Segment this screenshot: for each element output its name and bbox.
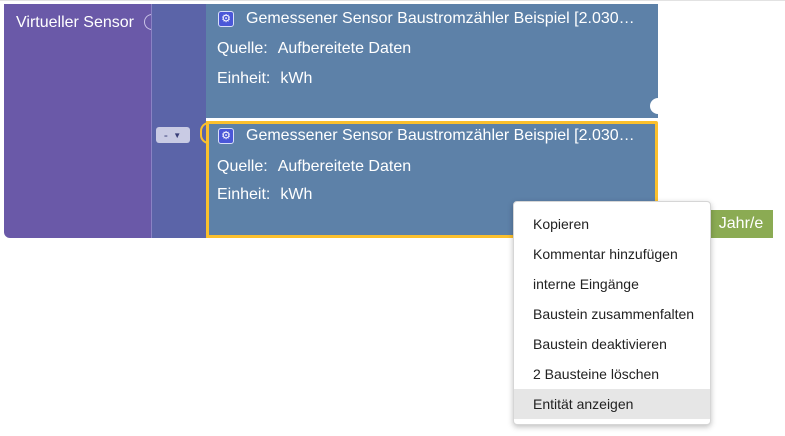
operator-block[interactable] [151, 4, 206, 238]
sensor-source-row: Quelle: Aufbereitete Daten [217, 40, 411, 58]
operator-dropdown[interactable]: - ▼ [156, 127, 190, 143]
unit-value[interactable]: kWh [280, 186, 312, 203]
menu-item-delete-blocks[interactable]: 2 Bausteine löschen [514, 359, 710, 389]
sensor-source-row: Quelle: Aufbereitete Daten [217, 158, 411, 176]
menu-item-internal-inputs[interactable]: interne Eingänge [514, 269, 710, 299]
chevron-down-icon: ▼ [173, 131, 183, 140]
unit-label: Einheit: [217, 70, 271, 87]
source-label: Quelle: [217, 40, 268, 57]
operator-dropdown-value: - [163, 128, 169, 142]
measured-sensor-block-1[interactable]: ⚙ Gemessener Sensor Baustromzähler Beisp… [206, 4, 658, 118]
sensor-unit-row: Einheit: kWh [217, 186, 312, 204]
source-value[interactable]: Aufbereitete Daten [278, 40, 411, 57]
sensor-title: Gemessener Sensor Baustromzähler Beispie… [246, 10, 635, 27]
context-menu: Kopieren Kommentar hinzufügen interne Ei… [513, 201, 711, 425]
sensor-title: Gemessener Sensor Baustromzähler Beispie… [246, 127, 635, 144]
gear-icon[interactable]: ⚙ [218, 128, 234, 144]
menu-item-disable-block[interactable]: Baustein deaktivieren [514, 329, 710, 359]
unit-value[interactable]: kWh [280, 70, 312, 87]
unit-label: Einheit: [217, 186, 271, 203]
source-value[interactable]: Aufbereitete Daten [278, 158, 411, 175]
sensor-unit-row: Einheit: kWh [217, 70, 312, 88]
gear-icon[interactable]: ⚙ [218, 11, 234, 27]
menu-item-show-entity[interactable]: Entität anzeigen [514, 389, 710, 419]
menu-item-add-comment[interactable]: Kommentar hinzufügen [514, 239, 710, 269]
period-block[interactable]: Jahr/e [709, 210, 773, 238]
menu-item-collapse-block[interactable]: Baustein zusammenfalten [514, 299, 710, 329]
menu-item-copy[interactable]: Kopieren [514, 209, 710, 239]
source-label: Quelle: [217, 158, 268, 175]
virtual-sensor-label: Virtueller Sensor [16, 14, 134, 31]
